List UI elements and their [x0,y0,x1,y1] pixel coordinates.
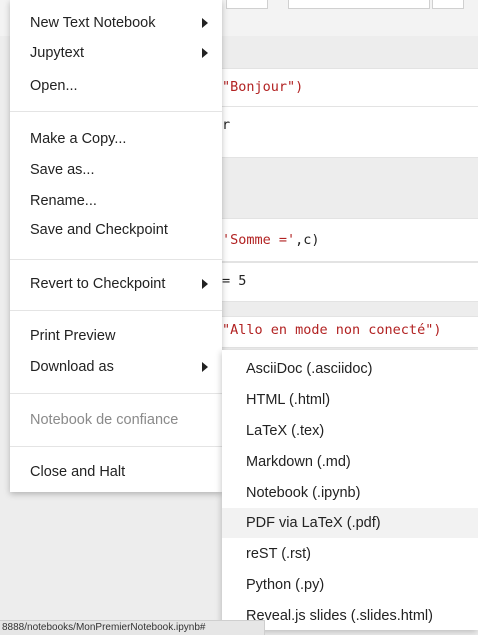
menu-item-save-and-checkpoint[interactable]: Save and Checkpoint [10,215,222,245]
toolbar-button[interactable] [226,0,268,9]
menu-item-label: Close and Halt [30,464,126,480]
submenu-item-label: HTML (.html) [246,392,331,408]
menu-item-jupytext[interactable]: Jupytext [10,38,222,68]
toolbar-dropdown[interactable] [288,0,430,9]
code-string: "Bonjour") [222,79,304,95]
code-cell[interactable]: "Allo en mode non conecté") [212,316,478,348]
code-cell[interactable]: "Bonjour") [212,68,478,108]
code-cell[interactable]: r [212,106,478,158]
submenu-item-label: PDF via LaTeX (.pdf) [246,515,381,531]
submenu-item-markdown[interactable]: Markdown (.md) [222,447,478,477]
menu-item-make-a-copy[interactable]: Make a Copy... [10,124,222,154]
submenu-item-label: LaTeX (.tex) [246,423,325,439]
code-cell[interactable]: 'Somme =',c) [212,218,478,262]
submenu-item-label: Reveal.js slides (.slides.html) [246,608,433,624]
submenu-item-pdf-via-latex[interactable]: PDF via LaTeX (.pdf) [222,508,478,538]
menu-item-new-text-notebook[interactable]: New Text Notebook [10,8,222,38]
menu-item-label: Open... [30,78,78,94]
menu-item-notebook-de-confiance: Notebook de confiance [10,405,222,435]
submenu-item-label: Markdown (.md) [246,454,351,470]
menu-divider [10,259,222,260]
submenu-item-label: Notebook (.ipynb) [246,485,361,501]
file-menu: New Text Notebook Jupytext Open... Make … [10,0,222,492]
menu-item-download-as[interactable]: Download as [10,352,222,382]
menu-divider [10,393,222,394]
submenu-item-notebook[interactable]: Notebook (.ipynb) [222,478,478,508]
menu-item-label: Notebook de confiance [30,412,179,428]
menu-item-close-and-halt[interactable]: Close and Halt [10,457,222,487]
menu-item-label: Print Preview [30,328,116,344]
menu-divider [10,111,222,112]
menu-item-label: Revert to Checkpoint [30,276,166,292]
toolbar-button[interactable] [432,0,464,9]
menu-item-label: Save as... [30,162,95,178]
submenu-item-label: reST (.rst) [246,546,311,562]
status-url: 8888/notebooks/MonPremierNotebook.ipynb# [0,620,265,635]
menu-item-label: Jupytext [30,45,84,61]
submenu-item-label: AsciiDoc (.asciidoc) [246,361,373,377]
code-line: = 5 [222,273,247,289]
menu-item-label: Download as [30,359,114,375]
code-cell[interactable]: = 5 [212,262,478,302]
code-string: "Allo en mode non conecté") [222,322,442,338]
menu-divider [10,446,222,447]
download-as-submenu: AsciiDoc (.asciidoc) HTML (.html) LaTeX … [222,350,478,630]
code-line: ,c) [295,232,320,248]
submenu-arrow-icon [202,48,208,58]
menu-item-label: Save and Checkpoint [30,222,168,238]
submenu-item-label: Python (.py) [246,577,325,593]
submenu-item-html[interactable]: HTML (.html) [222,385,478,415]
menu-item-label: New Text Notebook [30,15,156,31]
menu-item-open[interactable]: Open... [10,71,222,101]
menu-item-label: Make a Copy... [30,131,127,147]
submenu-arrow-icon [202,279,208,289]
menu-item-print-preview[interactable]: Print Preview [10,321,222,351]
submenu-item-asciidoc[interactable]: AsciiDoc (.asciidoc) [222,354,478,384]
code-line: r [222,117,231,133]
submenu-item-rest[interactable]: reST (.rst) [222,539,478,569]
submenu-arrow-icon [202,18,208,28]
menu-item-revert-to-checkpoint[interactable]: Revert to Checkpoint [10,269,222,299]
menu-divider [10,310,222,311]
submenu-arrow-icon [202,362,208,372]
submenu-item-python[interactable]: Python (.py) [222,570,478,600]
menu-item-label: Rename... [30,193,97,209]
menu-item-rename[interactable]: Rename... [10,186,222,216]
code-string: 'Somme =' [222,232,296,248]
menu-item-save-as[interactable]: Save as... [10,155,222,185]
submenu-item-latex[interactable]: LaTeX (.tex) [222,416,478,446]
